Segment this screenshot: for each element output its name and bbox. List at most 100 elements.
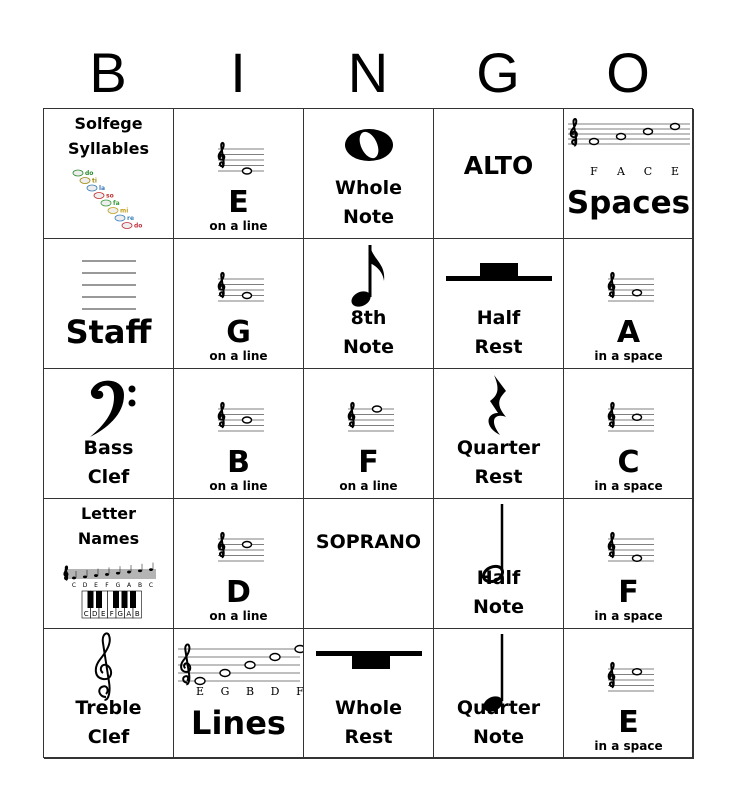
bingo-cell[interactable]: 8th Note [304,239,434,369]
note-caption: on a line [209,349,268,363]
solfege-syllable: la [99,185,105,192]
staff-letter: C [644,165,652,178]
note-name: F [105,582,109,589]
cell-label-line: Rest [474,336,523,358]
staff-letter: F [590,165,598,178]
key-name: G [118,610,123,618]
bingo-cell[interactable]: Fin a space [564,499,694,629]
bingo-cell[interactable]: F A C E Spaces [564,109,694,239]
note-letter: G [226,315,251,350]
key-name: F [110,610,114,618]
cell-word: SOPRANO [315,531,422,553]
staff-letter: F [296,685,304,698]
note-caption: on a line [339,479,398,493]
header-letter-n: N [347,41,389,104]
bingo-cell[interactable]: Solfege Syllables do ti la so fa mi re do [44,109,174,239]
cell-label-line: Quarter [456,697,541,719]
note-caption: on a line [209,219,268,233]
bingo-cell[interactable]: Treble Clef [44,629,174,759]
cell-big-word: Lines [191,704,286,742]
keyboard-letter-names-icon: C D E F G A B CC D E F G A B [63,562,156,619]
key-name: B [135,610,140,618]
note-caption: in a space [594,349,663,363]
header-letter-g: G [476,41,520,104]
bingo-cell[interactable]: E G B D F Lines [174,629,304,759]
cell-label-line: Clef [87,466,130,488]
bingo-cell[interactable]: Quarter Rest [434,369,564,499]
cell-label-line: Note [343,336,394,358]
bingo-cell[interactable]: Half Rest [434,239,564,369]
cell-label-line: Note [473,726,524,748]
bingo-cell[interactable]: Whole Rest [304,629,434,759]
cell-label-line: Note [343,206,394,228]
solfege-syllable: re [127,215,134,222]
cell-label-line: Half [476,307,521,329]
cell-big-word: Spaces [566,185,691,221]
note-letter: F [358,445,379,480]
cell-label-line: Whole [335,177,402,199]
bingo-cell[interactable]: SOPRANO [304,499,434,629]
staff-letter: D [271,685,280,698]
note-name: E [94,582,98,589]
cell-label-line: Quarter [456,437,541,459]
note-name: G [116,582,121,589]
note-caption: on a line [209,479,268,493]
header-letter-o: O [606,41,650,104]
bingo-cell[interactable]: Half Note [434,499,564,629]
note-letter: B [227,445,250,480]
note-letter: D [226,575,251,610]
note-caption: in a space [594,479,663,493]
bingo-cell[interactable]: Staff [44,239,174,369]
key-name: C [84,610,89,618]
bingo-cell[interactable]: Letter Names C D E F G A B C C D E F G A B [44,499,174,629]
note-name: D [83,582,88,589]
bingo-cell[interactable]: Bon a line [174,369,304,499]
key-name: D [92,610,97,618]
cell-label-line: 8th [350,307,387,329]
cell-label-line: Rest [344,726,393,748]
bingo-cell[interactable]: Eon a line [174,109,304,239]
staff-letter: B [246,685,254,698]
bingo-cell[interactable]: Ein a space [564,629,694,759]
cell-label-line: Whole [335,697,402,719]
note-letter: E [618,705,639,740]
bingo-cell[interactable]: Don a line [174,499,304,629]
note-name: B [138,582,142,589]
solfege-hand-signs-icon: dotilasofamiredo [72,169,142,230]
bingo-cell[interactable]: Ain a space [564,239,694,369]
header-letter-i: I [230,41,246,104]
solfege-syllable: fa [113,200,120,207]
cell-label-line: Treble [75,697,142,719]
cell-label-line: Rest [474,466,523,488]
cell-label-line: Note [473,596,524,618]
note-caption: in a space [594,609,663,623]
solfege-syllable: do [85,170,93,177]
bingo-cell[interactable]: ALTO [434,109,564,239]
bingo-cell[interactable]: Fon a line [304,369,434,499]
cell-word: ALTO [463,151,534,180]
bingo-cell[interactable]: Whole Note [304,109,434,239]
cell-label-line: Half [476,567,521,589]
solfege-syllable: ti [92,178,97,185]
header-letter-b: B [89,41,127,104]
staff-letter: A [616,165,626,178]
solfege-syllable: mi [120,208,128,215]
staff-letter: E [671,165,679,178]
staff-letter: G [221,685,230,698]
cell-label-line: Bass [83,437,134,459]
bingo-cell[interactable]: Gon a line [174,239,304,369]
solfege-syllable: so [106,193,114,200]
bingo-cell[interactable]: Quarter Note [434,629,564,759]
bingo-cell[interactable]: Cin a space [564,369,694,499]
cell-big-word: Staff [65,313,152,351]
cell-label-line: Clef [87,726,130,748]
note-caption: on a line [209,609,268,623]
solfege-syllable: do [134,223,142,230]
note-name: A [127,582,132,589]
note-letter: F [618,575,639,610]
note-letter: C [617,445,640,480]
note-letter: A [616,315,641,350]
bingo-cell[interactable]: Bass Clef [44,369,174,499]
note-name: C [72,582,76,589]
note-letter: E [228,185,249,220]
